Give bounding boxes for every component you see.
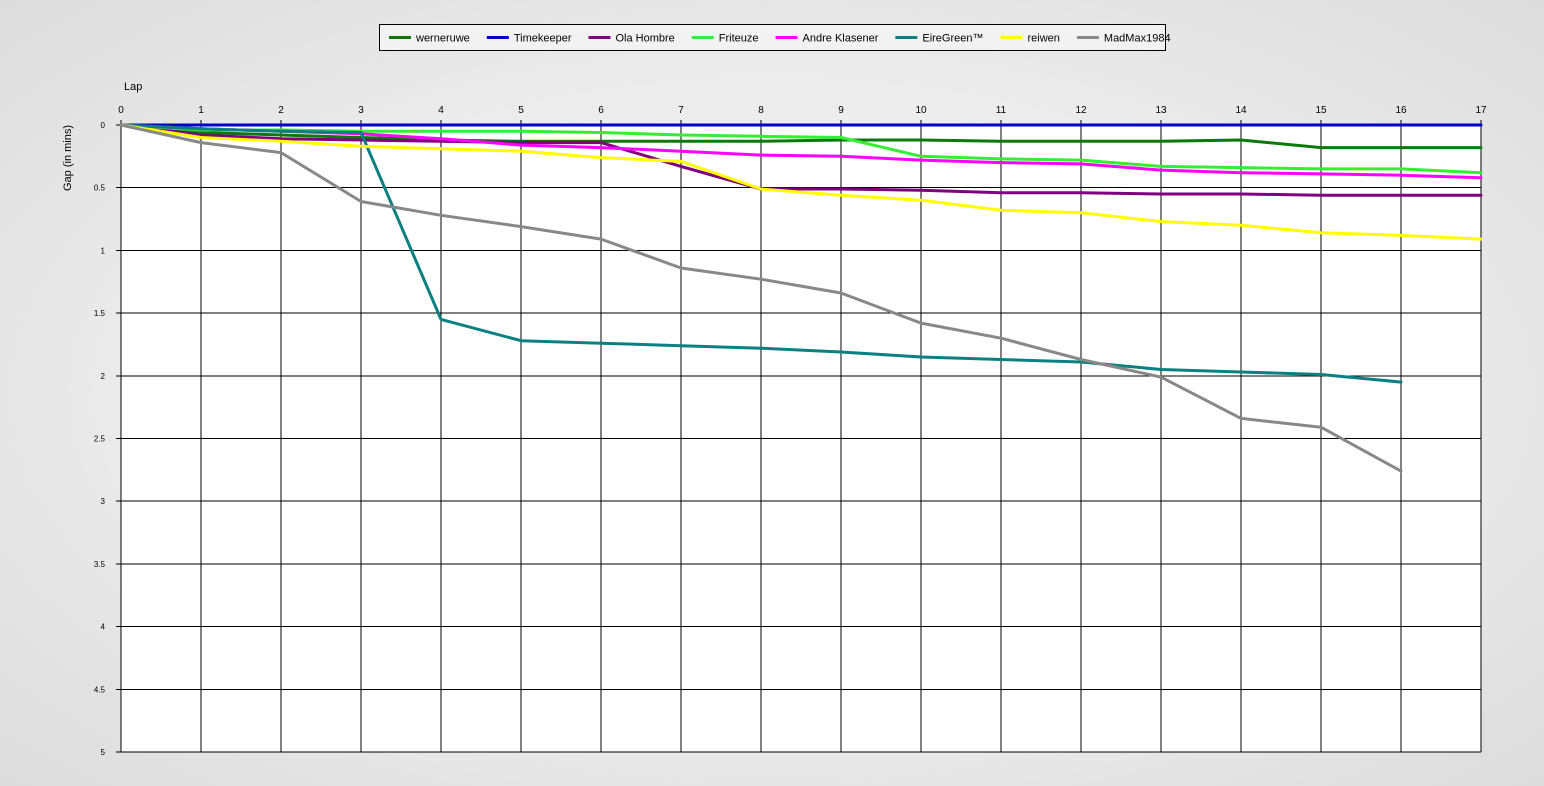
y-tick-label: 1 [101,246,106,255]
x-tick-label: 13 [1155,105,1167,116]
y-tick-label: 0.5 [94,184,106,193]
x-tick-label: 1 [198,105,204,116]
x-tick-label: 15 [1315,105,1327,116]
x-tick-label: 5 [518,105,524,116]
legend-label: reiwen [1028,33,1060,45]
x-tick-label: 8 [758,105,764,116]
x-tick-label: 3 [358,105,364,116]
x-tick-label: 12 [1075,105,1087,116]
y-tick-label: 5 [101,748,106,757]
x-tick-label: 9 [838,105,844,116]
legend-label: Friteuze [719,33,759,45]
x-tick-label: 17 [1475,105,1487,116]
y-axis: 0 0.5 1 1.5 2 2.5 3 3.5 4 4.5 5 [94,121,122,757]
x-tick-label: 11 [996,105,1007,116]
x-axis-label: Lap [124,81,142,93]
legend: werneruwe Timekeeper Ola Hombre Friteuze And… [379,24,1171,51]
x-tick-label: 10 [915,105,927,116]
y-axis-label: Gap (in mins) [62,125,74,191]
x-axis: 0 1 2 3 4 5 6 7 8 9 10 11 12 13 14 15 16 17 [118,105,1487,126]
x-tick-label: 16 [1395,105,1407,116]
legend-label: MadMax1984 [1104,33,1171,45]
legend-label: Andre Klasener [803,33,879,45]
y-tick-label: 4.5 [94,685,106,694]
y-tick-label: 1.5 [94,309,106,318]
y-tick-label: 3.5 [94,560,106,569]
x-tick-label: 14 [1235,105,1247,116]
y-tick-label: 3 [101,497,106,506]
gap-chart: werneruwe Timekeeper Ola Hombre Friteuze And… [62,24,1487,757]
x-tick-label: 6 [598,105,604,116]
y-tick-label: 4 [101,623,106,632]
x-tick-label: 4 [438,105,444,116]
y-tick-label: 0 [101,121,106,130]
legend-label: EireGreen™ [922,33,983,45]
legend-label: Ola Hombre [615,33,674,45]
legend-label: Timekeeper [514,33,572,45]
x-tick-label: 0 [118,105,124,116]
y-tick-label: 2.5 [94,435,106,444]
legend-label: werneruwe [415,33,470,45]
y-tick-label: 2 [101,372,106,381]
x-tick-label: 2 [278,105,284,116]
x-tick-label: 7 [678,105,684,116]
